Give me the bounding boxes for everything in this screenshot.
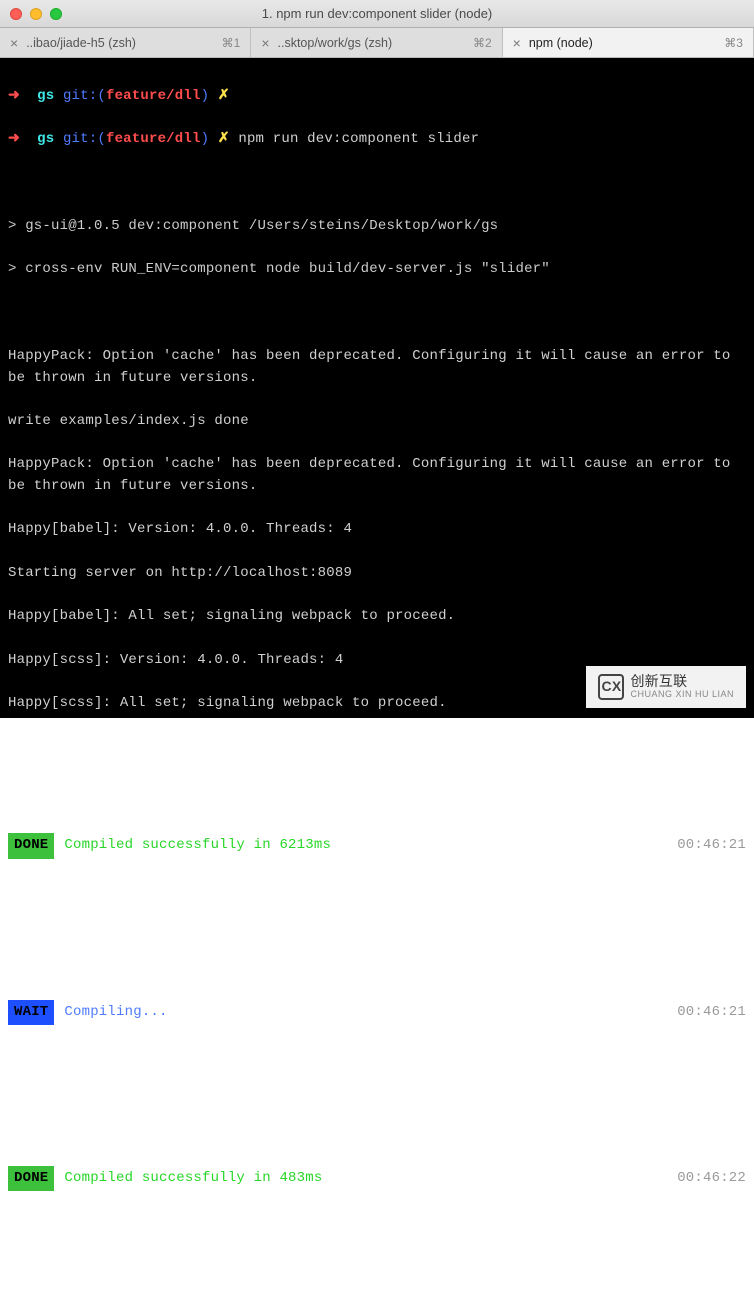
output-line: HappyPack: Option 'cache' has been depre… xyxy=(8,346,746,389)
minimize-window-button[interactable] xyxy=(30,8,42,20)
timestamp: 00:46:22 xyxy=(677,1168,746,1190)
prompt-dir: gs xyxy=(37,131,54,147)
watermark: CX 创新互联 CHUANG XIN HU LIAN xyxy=(586,666,746,708)
tab-label: ..sktop/work/gs (zsh) xyxy=(278,36,465,50)
close-icon[interactable]: × xyxy=(513,36,521,50)
close-icon[interactable]: × xyxy=(261,36,269,50)
status-row: WAIT Compiling... 00:46:21 xyxy=(8,1000,746,1026)
tab-2[interactable]: × ..sktop/work/gs (zsh) ⌘2 xyxy=(251,28,502,57)
status-message: Compiling... xyxy=(64,1002,167,1024)
output-line: write examples/index.js done xyxy=(8,411,746,433)
status-message: Compiled successfully in 6213ms xyxy=(64,835,331,857)
window-title: 1. npm run dev:component slider (node) xyxy=(0,6,754,21)
tab-label: npm (node) xyxy=(529,36,716,50)
dirty-icon: ✗ xyxy=(218,88,230,104)
prompt-line-2: ➜ gs git:(feature/dll) ✗ npm run dev:com… xyxy=(8,129,746,151)
output-line: HappyPack: Option 'cache' has been depre… xyxy=(8,454,746,497)
git-prefix: git:( xyxy=(63,88,106,104)
status-row: DONE Compiled successfully in 6213ms 00:… xyxy=(8,833,746,859)
status-block-3: DONE Compiled successfully in 483ms 00:4… xyxy=(8,1120,746,1213)
tab-shortcut: ⌘2 xyxy=(473,36,492,50)
watermark-sub: CHUANG XIN HU LIAN xyxy=(630,690,734,700)
git-branch: feature/dll xyxy=(106,131,201,147)
tab-shortcut: ⌘3 xyxy=(724,36,743,50)
git-suffix: ) xyxy=(201,131,210,147)
output-line: Happy[babel]: All set; signaling webpack… xyxy=(8,606,746,628)
zoom-window-button[interactable] xyxy=(50,8,62,20)
blank xyxy=(8,172,746,194)
status-message: Compiled successfully in 483ms xyxy=(64,1168,322,1190)
tab-3[interactable]: × npm (node) ⌘3 xyxy=(503,28,754,57)
status-block-1: DONE Compiled successfully in 6213ms 00:… xyxy=(8,788,746,881)
status-block-2: WAIT Compiling... 00:46:21 xyxy=(8,954,746,1047)
status-row: DONE Compiled successfully in 483ms 00:4… xyxy=(8,1166,746,1192)
done-badge: DONE xyxy=(8,833,54,859)
prompt-arrow-icon: ➜ xyxy=(8,131,20,147)
output-line: > gs-ui@1.0.5 dev:component /Users/stein… xyxy=(8,216,746,238)
tab-bar: × ..ibao/jiade-h5 (zsh) ⌘1 × ..sktop/wor… xyxy=(0,28,754,58)
output-line: Starting server on http://localhost:8089 xyxy=(8,563,746,585)
wait-badge: WAIT xyxy=(8,1000,54,1026)
git-suffix: ) xyxy=(201,88,210,104)
watermark-text: 创新互联 xyxy=(630,674,734,689)
prompt-line-1: ➜ gs git:(feature/dll) ✗ xyxy=(8,86,746,108)
prompt-arrow-icon: ➜ xyxy=(8,88,20,104)
tab-label: ..ibao/jiade-h5 (zsh) xyxy=(26,36,213,50)
tab-shortcut: ⌘1 xyxy=(222,36,241,50)
output-line: > cross-env RUN_ENV=component node build… xyxy=(8,259,746,281)
timestamp: 00:46:21 xyxy=(677,1002,746,1024)
git-prefix: git:( xyxy=(63,131,106,147)
dirty-icon: ✗ xyxy=(218,131,230,147)
titlebar: 1. npm run dev:component slider (node) xyxy=(0,0,754,28)
command-text: npm run dev:component slider xyxy=(238,131,479,147)
done-badge: DONE xyxy=(8,1166,54,1192)
blank xyxy=(8,303,746,325)
traffic-lights xyxy=(0,8,62,20)
watermark-text-wrap: 创新互联 CHUANG XIN HU LIAN xyxy=(630,674,734,699)
timestamp: 00:46:21 xyxy=(677,835,746,857)
close-window-button[interactable] xyxy=(10,8,22,20)
git-branch: feature/dll xyxy=(106,88,201,104)
terminal-body[interactable]: ➜ gs git:(feature/dll) ✗ ➜ gs git:(featu… xyxy=(0,58,754,718)
prompt-dir: gs xyxy=(37,88,54,104)
close-icon[interactable]: × xyxy=(10,36,18,50)
watermark-logo-icon: CX xyxy=(598,674,624,700)
tab-1[interactable]: × ..ibao/jiade-h5 (zsh) ⌘1 xyxy=(0,28,251,57)
output-line: Happy[babel]: Version: 4.0.0. Threads: 4 xyxy=(8,519,746,541)
